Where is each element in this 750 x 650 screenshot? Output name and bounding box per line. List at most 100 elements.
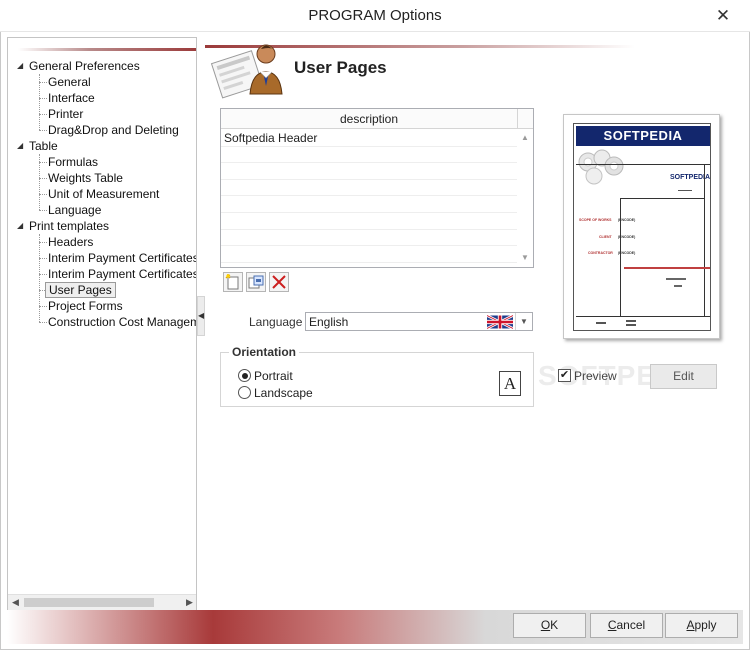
- grid-rows: Softpedia Header: [221, 130, 517, 263]
- delete-page-button[interactable]: [269, 272, 289, 292]
- portrait-label[interactable]: Portrait: [254, 369, 293, 383]
- table-row[interactable]: [221, 230, 517, 247]
- preview-value: (ENCODE): [618, 251, 636, 255]
- cancel-label: ancel: [616, 618, 646, 632]
- tree-node-label: Construction Cost Managemen: [48, 315, 197, 329]
- language-select[interactable]: English ▼: [305, 312, 533, 331]
- orientation-group: Orientation Portrait Landscape A: [220, 345, 534, 407]
- table-row[interactable]: [221, 147, 517, 164]
- ok-label: K: [550, 618, 559, 632]
- cancel-button[interactable]: Cancel: [590, 613, 663, 638]
- user-pages-icon: [210, 44, 283, 99]
- ok-mnemonic: O: [540, 618, 551, 632]
- tree-node-construction-cost-management[interactable]: Construction Cost Managemen: [8, 314, 197, 330]
- tree-node-weights-table[interactable]: Weights Table: [8, 170, 196, 186]
- preview-checkbox-label[interactable]: Preview: [574, 369, 617, 383]
- tree-node-label: Project Forms: [48, 299, 123, 313]
- chevron-down-icon[interactable]: ▼: [515, 313, 532, 330]
- tree-node-drag-drop[interactable]: Drag&Drop and Deleting: [8, 122, 196, 138]
- apply-button[interactable]: Apply: [665, 613, 738, 638]
- tree-node-general[interactable]: General: [8, 74, 196, 90]
- tree-node-label: Interface: [48, 91, 95, 105]
- preview-value: (ENCODE): [618, 235, 636, 239]
- scroll-up-icon[interactable]: ▲: [521, 133, 529, 142]
- tree-node-unit-of-measurement[interactable]: Unit of Measurement: [8, 186, 196, 202]
- preview-pipes-image: [578, 149, 624, 185]
- preview-checkbox[interactable]: ✔: [558, 369, 571, 382]
- tree-node-formulas[interactable]: Formulas: [8, 154, 196, 170]
- tree-node-label: Interim Payment Certificates: [48, 251, 197, 265]
- preview-logo: SOFTPEDIA: [576, 126, 710, 146]
- tree-node-label: Unit of Measurement: [48, 187, 160, 201]
- edit-page-button[interactable]: [246, 272, 266, 292]
- preview-page: SOFTPEDIA SOFTPEDIA SCOPE OF WORKS (ENCO…: [573, 123, 711, 331]
- tree-node-print-templates[interactable]: ◢ Print templates: [8, 218, 196, 234]
- scroll-right-icon[interactable]: ▶: [186, 597, 193, 608]
- tree-node-label: User Pages: [45, 282, 116, 298]
- orientation-legend: Orientation: [229, 345, 300, 359]
- close-icon[interactable]: ✕: [712, 5, 734, 27]
- collapse-arrow-icon[interactable]: ◢: [17, 138, 23, 154]
- tree-horizontal-scrollbar[interactable]: ◀ ▶: [8, 594, 196, 610]
- uk-flag-icon: [487, 315, 513, 329]
- tree-node-project-forms[interactable]: Project Forms: [8, 298, 196, 314]
- table-row[interactable]: [221, 213, 517, 230]
- table-row[interactable]: [221, 196, 517, 213]
- preview-label: CLIENT: [599, 235, 612, 239]
- grid-vertical-scrollbar[interactable]: ▲ ▼: [517, 129, 533, 267]
- tree-node-label: Weights Table: [48, 171, 123, 185]
- ok-button[interactable]: OK: [513, 613, 586, 638]
- tree-node-user-pages[interactable]: User Pages: [8, 282, 196, 298]
- tree-node-label: Interim Payment Certificates (E: [48, 267, 197, 281]
- landscape-radio[interactable]: [238, 386, 251, 399]
- preview-text-line: [596, 322, 606, 324]
- scroll-thumb[interactable]: [24, 598, 154, 607]
- tree-node-interim-payment-certificates[interactable]: Interim Payment Certificates: [8, 250, 197, 266]
- scroll-down-icon[interactable]: ▼: [521, 253, 529, 262]
- preview-text-line: [678, 190, 692, 191]
- edit-button[interactable]: Edit: [650, 364, 717, 389]
- options-tree-panel: ◢ General Preferences General Interface …: [7, 37, 197, 611]
- tree-node-label: Print templates: [29, 219, 110, 233]
- collapse-arrow-icon[interactable]: ◢: [17, 218, 23, 234]
- landscape-label[interactable]: Landscape: [254, 386, 313, 400]
- tree-node-label: General Preferences: [29, 59, 140, 73]
- tree-node-printer[interactable]: Printer: [8, 106, 196, 122]
- preview-text-line: [626, 324, 636, 326]
- tree-node-language[interactable]: Language: [8, 202, 196, 218]
- tree-node-general-preferences[interactable]: ◢ General Preferences: [8, 58, 196, 74]
- portrait-radio[interactable]: [238, 369, 251, 382]
- apply-mnemonic: A: [686, 618, 695, 632]
- language-label: Language: [249, 315, 303, 329]
- tree-node-table[interactable]: ◢ Table: [8, 138, 196, 154]
- preview-label: SCOPE OF WORKS: [579, 218, 612, 222]
- orientation-preview-icon: A: [499, 371, 521, 396]
- new-document-icon: [225, 274, 239, 290]
- title-bar: PROGRAM Options ✕: [0, 0, 750, 32]
- tree-node-headers[interactable]: Headers: [8, 234, 196, 250]
- preview-rule: [620, 198, 621, 316]
- tree-node-label: General: [48, 75, 91, 89]
- table-row[interactable]: [221, 246, 517, 263]
- column-header-description[interactable]: description: [221, 109, 517, 129]
- tree-node-label: Language: [48, 203, 102, 217]
- tree-node-interim-payment-certificates-e[interactable]: Interim Payment Certificates (E: [8, 266, 197, 282]
- table-row[interactable]: [221, 163, 517, 180]
- options-tree: ◢ General Preferences General Interface …: [8, 58, 197, 330]
- tree-node-label: Headers: [48, 235, 94, 249]
- table-row[interactable]: [221, 180, 517, 197]
- preview-red-line: [624, 267, 710, 269]
- tree-node-label: Printer: [48, 107, 84, 121]
- delete-icon: [272, 275, 286, 289]
- collapse-arrow-icon[interactable]: ◢: [17, 58, 23, 74]
- panel-splitter[interactable]: ◀: [197, 296, 205, 336]
- new-page-button[interactable]: [223, 272, 243, 292]
- table-row[interactable]: Softpedia Header: [221, 130, 517, 147]
- tree-node-label: Table: [29, 139, 58, 153]
- tree-node-interface[interactable]: Interface: [8, 90, 196, 106]
- user-pages-grid[interactable]: description Softpedia Header ▲ ▼: [220, 108, 534, 268]
- preview-text-line: [666, 278, 686, 280]
- scroll-left-icon[interactable]: ◀: [12, 597, 19, 608]
- preview-rule: [576, 164, 710, 165]
- language-value: English: [309, 315, 349, 329]
